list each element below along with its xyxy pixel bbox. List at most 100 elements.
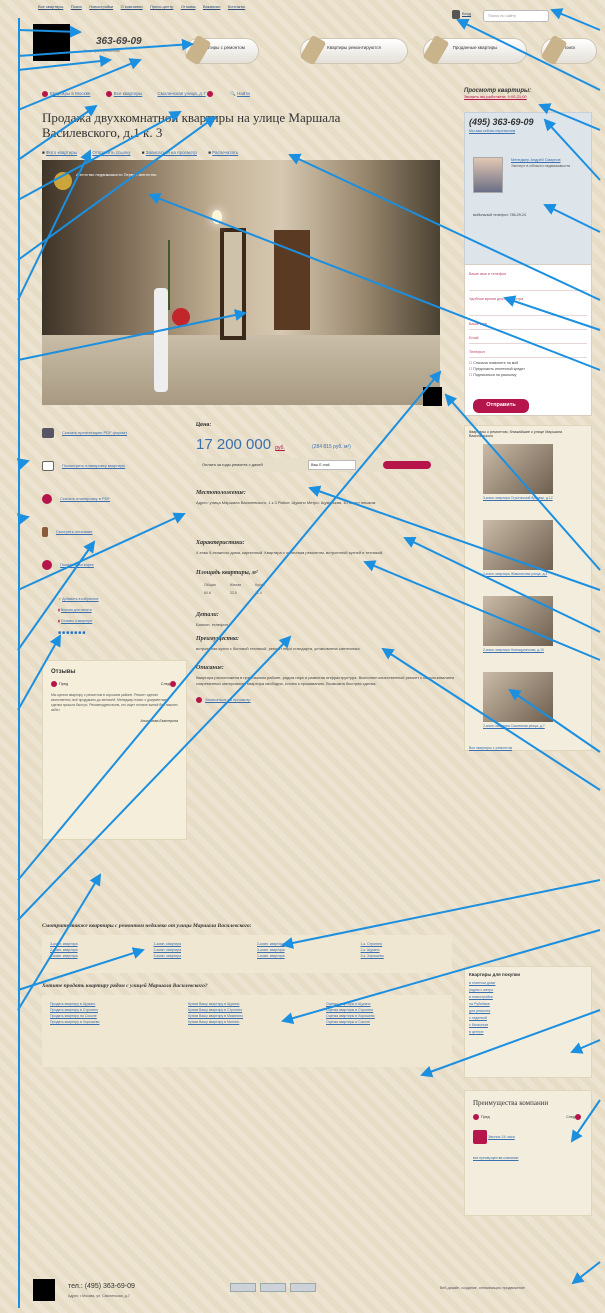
ad-thumbnail[interactable]	[483, 520, 553, 570]
action-item[interactable]: Показать на карте	[42, 560, 182, 576]
ads-more-link[interactable]: Все квартиры с ремонтом	[469, 746, 587, 750]
sell-link[interactable]: Купим Вашу квартиру в Мякинино	[188, 1014, 243, 1018]
action-item[interactable]: Посмотреть планировку квартиры	[42, 461, 182, 477]
name-field[interactable]: Ваше имя	[469, 319, 587, 330]
also-link[interactable]: 1-комн. квартира	[154, 942, 182, 946]
phone-field[interactable]: Телефон	[469, 347, 587, 358]
adv-link[interactable]: Звонок 24 часа	[488, 1135, 515, 1139]
also-link[interactable]: 1-к. Строгино	[361, 942, 383, 946]
review-next[interactable]: След	[161, 681, 178, 687]
reviews-link[interactable]: Отзывы о квартире	[61, 619, 92, 623]
adv-prev[interactable]: Пред	[473, 1114, 490, 1120]
also-link[interactable]: 3-к. Хорошево	[361, 954, 384, 958]
also-link[interactable]: 2-к. Щукино	[361, 948, 380, 952]
checkbox-subscribe[interactable]: ☐ Подписаться на рассылку	[469, 373, 587, 377]
meta-link[interactable]: Отправить ссылку	[92, 150, 130, 155]
also-link[interactable]: 3-комн. квартира	[257, 948, 285, 952]
top-nav-item[interactable]: Вакансии	[203, 4, 221, 9]
counter-badge[interactable]	[230, 1283, 256, 1292]
ad-item[interactable]: 2-комн. квартира Живописная улица, д.4	[469, 520, 587, 590]
kv-link[interactable]: с балконом	[469, 1023, 488, 1027]
action-item[interactable]: Скачать презентацию PDF формат	[42, 428, 182, 444]
action-item[interactable]: Скачать планировку в PDF	[42, 494, 182, 510]
checkbox-call[interactable]: ☐ Сначала позвоните на мой	[469, 361, 587, 365]
sell-link[interactable]: Продать квартиру на Соколе	[50, 1014, 97, 1018]
nav-sold[interactable]: Проданные квартиры	[422, 34, 527, 66]
social-icon[interactable]: ■	[82, 630, 86, 636]
also-link[interactable]: 3-комн. квартира	[154, 954, 182, 958]
ad-item[interactable]: 2-комн. квартира Соколиная улица, д.7	[469, 672, 587, 742]
breadcrumb-search-link[interactable]: Найти	[237, 91, 250, 96]
top-nav-item[interactable]: Отзывы	[181, 4, 196, 9]
ad-thumbnail[interactable]	[483, 444, 553, 494]
ad-thumbnail[interactable]	[483, 596, 553, 646]
counter-badge[interactable]	[290, 1283, 316, 1292]
sell-link[interactable]: Продать квартиру в Щукино	[50, 1002, 95, 1006]
top-nav-item[interactable]: О компании	[121, 4, 143, 9]
also-link[interactable]: 1-комн. квартира	[257, 954, 285, 958]
ad-item[interactable]: 2-комн. квартира Новощукинская, д.10	[469, 596, 587, 666]
sell-link[interactable]: Оценка квартиры в Хорошево	[326, 1014, 375, 1018]
ad-item[interactable]: 3-комн. квартира Строгинский бульвар, д.…	[469, 444, 587, 514]
review-prev[interactable]: Пред	[51, 681, 68, 687]
nav-search[interactable]: Поиск	[540, 34, 597, 66]
checkbox-mortgage[interactable]: ☐ Предложить ипотечный кредит	[469, 367, 587, 371]
action-item[interactable]: Смотреть описание	[42, 527, 182, 543]
currency-select[interactable]: руб.	[275, 445, 285, 451]
apartment-photo[interactable]: Агентство недвижимости Первое агентство	[42, 160, 440, 405]
sell-link[interactable]: Купим Вашу квартиру в Щукино	[188, 1002, 240, 1006]
footer-logo[interactable]	[33, 1279, 55, 1301]
ad-thumbnail[interactable]	[483, 672, 553, 722]
sell-link[interactable]: Оценка квартиры в Строгино	[326, 1008, 373, 1012]
calc-submit-button[interactable]	[383, 461, 431, 469]
time-field[interactable]: Удобное время для просмотра	[469, 294, 587, 316]
kv-link[interactable]: с отделкой	[469, 1016, 487, 1020]
top-nav-item[interactable]: Новостройки	[89, 4, 113, 9]
callback-link[interactable]: Мы вам сейчас перезвоним	[469, 129, 587, 133]
sell-link[interactable]: Купим Вашу квартиру в Митино	[188, 1020, 239, 1024]
hours-note[interactable]: Звонить вы работаете: 9:00-21:00	[464, 94, 596, 99]
also-link[interactable]: 2-комн. квартира	[257, 942, 285, 946]
email-field[interactable]: Email	[469, 333, 587, 344]
login-link[interactable]: Вход	[462, 11, 471, 16]
email-field[interactable]: Ваш E-mail	[308, 460, 356, 470]
sell-link[interactable]: Оценка квартиры в Щукино	[326, 1002, 371, 1006]
sell-link[interactable]: Оценка квартиры в Соколе	[326, 1020, 370, 1024]
also-link[interactable]: 1-комн. квартира	[50, 954, 78, 958]
nav-renovating[interactable]: Квартиры ремонтируются	[299, 34, 408, 66]
search-input[interactable]: Поиск по сайту	[483, 10, 549, 22]
kv-link[interactable]: в новостройке	[469, 995, 493, 999]
favorite-link[interactable]: Добавить в избранное	[62, 597, 98, 601]
meta-link[interactable]: Фото квартиры	[46, 150, 77, 155]
meta-link[interactable]: Распечатать	[212, 150, 238, 155]
meta-link[interactable]: Записаться на просмотр	[146, 150, 197, 155]
sell-link[interactable]: Купим Вашу квартиру в Строгино	[188, 1008, 242, 1012]
breadcrumb-link[interactable]: Квартиры в Москве	[50, 91, 90, 96]
print-link[interactable]: Версия для печати	[61, 608, 92, 612]
kv-link[interactable]: в элитном доме	[469, 981, 495, 985]
name-phone-field[interactable]: Ваше имя и телефон	[469, 269, 587, 291]
kv-link[interactable]: в центре	[469, 1030, 484, 1034]
also-link[interactable]: 2-комн. квартира	[50, 948, 78, 952]
kv-link[interactable]: на Рублёвке	[469, 1002, 490, 1006]
top-nav-item[interactable]: Пресс-центр	[150, 4, 173, 9]
top-nav-item[interactable]: Поиск	[71, 4, 82, 9]
also-link[interactable]: 3-комн. квартира	[50, 942, 78, 946]
lock-icon[interactable]	[452, 10, 460, 19]
breadcrumb-link[interactable]: Смоленская улица, д.7	[158, 91, 206, 96]
price-per-m2[interactable]: (284 815 руб. м²)	[312, 444, 351, 450]
kv-link[interactable]: рядом с метро	[469, 988, 493, 992]
viewing-link[interactable]: Записаться на просмотр	[205, 697, 250, 702]
kv-link[interactable]: для ремонта	[469, 1009, 490, 1013]
counter-badge[interactable]	[260, 1283, 286, 1292]
adv-all-link[interactable]: все преимущества компании	[473, 1156, 518, 1160]
sell-link[interactable]: Продать квартиру в Хорошево	[50, 1020, 100, 1024]
send-button[interactable]: Отправить	[473, 399, 529, 413]
top-nav-item[interactable]: Все квартиры	[38, 4, 63, 9]
sell-link[interactable]: Продать квартиру в Строгино	[50, 1008, 98, 1012]
breadcrumb-link[interactable]: Все квартиры	[114, 91, 143, 96]
nav-renovated[interactable]: Квартиры с ремонтом	[184, 34, 259, 66]
logo[interactable]	[33, 24, 70, 61]
footer-design[interactable]: Веб-дизайн, создание, оптимизация, продв…	[440, 1286, 590, 1290]
adv-next[interactable]: След	[566, 1114, 583, 1120]
